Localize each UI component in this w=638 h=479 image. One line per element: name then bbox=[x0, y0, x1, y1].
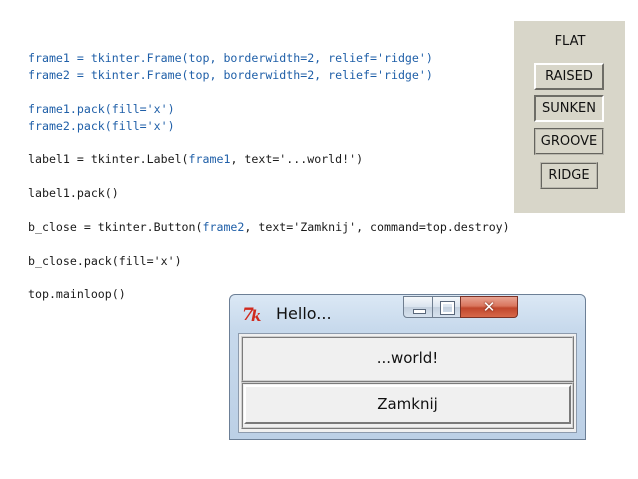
frame1-ridge: ...world! bbox=[241, 336, 574, 382]
zamknij-button[interactable]: Zamknij bbox=[244, 385, 571, 424]
maximize-button[interactable] bbox=[432, 296, 461, 318]
tk-feather-logo-icon: 7 k bbox=[242, 305, 261, 323]
code-token: label1 = tkinter.Label( bbox=[28, 152, 189, 167]
frame2-ridge: Zamknij bbox=[241, 382, 574, 429]
relief-groove-label: GROOVE bbox=[534, 128, 604, 155]
minimize-icon bbox=[413, 309, 426, 314]
code-line: frame2.pack(fill='x') bbox=[28, 118, 510, 135]
relief-sunken-label: SUNKEN bbox=[534, 95, 604, 122]
code-token: label1.pack() bbox=[28, 186, 119, 201]
code-token: frame2.pack(fill='x') bbox=[28, 118, 175, 133]
minimize-button[interactable] bbox=[403, 296, 433, 318]
relief-demo-panel: FLAT RAISED SUNKEN GROOVE RIDGE bbox=[514, 21, 625, 213]
svg-text:k: k bbox=[251, 307, 261, 323]
code-line: b_close.pack(fill='x') bbox=[28, 253, 510, 270]
close-icon: ✕ bbox=[482, 298, 496, 316]
code-line: frame1.pack(fill='x') bbox=[28, 101, 510, 118]
code-token: frame2 = tkinter.Frame(top, borderwidth=… bbox=[28, 67, 433, 82]
maximize-icon bbox=[440, 301, 455, 315]
relief-ridge-label: RIDGE bbox=[540, 162, 598, 189]
code-line: frame1 = tkinter.Frame(top, borderwidth=… bbox=[28, 50, 510, 67]
code-token: top.mainloop() bbox=[28, 287, 126, 302]
code-token: frame1 bbox=[188, 152, 231, 167]
world-label: ...world! bbox=[376, 349, 439, 367]
code-token: b_close = tkinter.Button( bbox=[28, 219, 203, 234]
code-token: , text='Zamknij', command=top.destroy) bbox=[244, 219, 510, 234]
close-window-button[interactable]: ✕ bbox=[460, 296, 518, 318]
code-line: label1 = tkinter.Label(frame1, text='...… bbox=[28, 151, 510, 168]
code-token: b_close.pack(fill='x') bbox=[28, 253, 182, 268]
code-listing: frame1 = tkinter.Frame(top, borderwidth=… bbox=[28, 50, 510, 303]
slide: frame1 = tkinter.Frame(top, borderwidth=… bbox=[0, 0, 638, 479]
code-line: label1.pack() bbox=[28, 185, 510, 202]
relief-flat-label: FLAT bbox=[540, 31, 600, 53]
relief-raised-label: RAISED bbox=[534, 63, 604, 90]
window-client-area: ...world! Zamknij bbox=[238, 333, 577, 433]
window-titlebar[interactable]: 7 k Hello... ✕ bbox=[230, 295, 585, 331]
code-token: , text='...world!') bbox=[230, 152, 364, 167]
tk-window: 7 k Hello... ✕ ...world! Zamknij bbox=[229, 294, 586, 440]
code-token: frame2 bbox=[202, 219, 245, 234]
code-line: frame2 = tkinter.Frame(top, borderwidth=… bbox=[28, 67, 510, 84]
code-token: frame1 = tkinter.Frame(top, borderwidth=… bbox=[28, 51, 433, 65]
code-line: b_close = tkinter.Button(frame2, text='Z… bbox=[28, 219, 510, 236]
code-token: frame1.pack(fill='x') bbox=[28, 101, 175, 116]
window-title: Hello... bbox=[276, 304, 332, 323]
